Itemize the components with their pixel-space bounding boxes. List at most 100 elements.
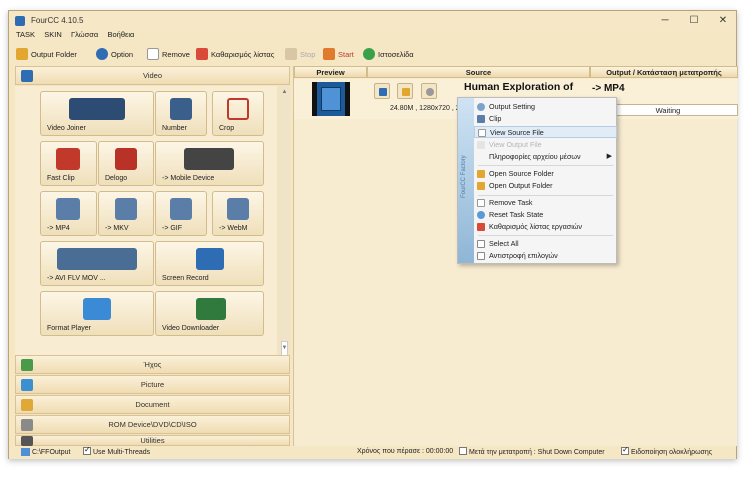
clear-list-icon	[477, 223, 485, 231]
menu-help[interactable]: Βοήθεια	[107, 30, 134, 39]
settings-button[interactable]	[421, 83, 437, 99]
menu-language[interactable]: Γλώσσα	[71, 30, 98, 39]
screen-record-icon	[196, 248, 224, 270]
category-document[interactable]: Document	[15, 395, 290, 414]
tool-to-gif[interactable]: -> GIF	[155, 191, 207, 236]
category-picture[interactable]: Picture	[15, 375, 290, 394]
close-button[interactable]: ✕	[710, 13, 736, 29]
utilities-icon	[21, 436, 33, 446]
tool-to-mkv[interactable]: -> MKV	[98, 191, 154, 236]
gif-icon	[170, 198, 192, 220]
tool-fast-clip[interactable]: Fast Clip	[40, 141, 97, 186]
mkv-icon	[115, 198, 137, 220]
output-folder-button[interactable]: Output Folder	[16, 46, 77, 62]
file-icon	[477, 141, 485, 149]
webm-icon	[227, 198, 249, 220]
tool-number[interactable]: Number	[155, 91, 207, 136]
option-icon	[96, 48, 108, 60]
stop-icon	[285, 48, 297, 60]
scissors-icon	[56, 148, 80, 170]
menu-separator	[478, 165, 613, 166]
menu-media-info[interactable]: Πληροφορίες αρχείου μέσων ▶	[474, 151, 617, 163]
menu-open-source-folder[interactable]: Open Source Folder	[474, 168, 617, 180]
menu-open-output-folder[interactable]: Open Output Folder	[474, 180, 617, 192]
task-status: Waiting	[598, 104, 738, 116]
folder-icon	[477, 170, 485, 178]
multithreads-checkbox[interactable]: Use Multi-Threads	[83, 445, 150, 456]
tool-format-player[interactable]: Format Player	[40, 291, 154, 336]
file-icon	[478, 129, 486, 137]
document-icon	[21, 399, 33, 411]
app-window: FourCC 4.10.5 ─ ☐ ✕ TASK SKIN Γλώσσα Βοή…	[8, 10, 738, 459]
globe-icon	[363, 48, 375, 60]
menu-invert-selection[interactable]: Αντιστροφή επιλογών	[474, 250, 617, 262]
tool-to-webm[interactable]: -> WebM	[212, 191, 264, 236]
open-folder-button[interactable]	[397, 83, 413, 99]
menu-remove-task[interactable]: Remove Task	[474, 197, 617, 209]
start-button[interactable]: Start	[323, 46, 354, 62]
number-icon	[170, 98, 192, 120]
menu-reset-task-state[interactable]: Reset Task State	[474, 209, 617, 221]
reset-icon	[477, 211, 485, 219]
after-convert-checkbox[interactable]: Μετά την μετατροπή : Shut Down Computer	[459, 447, 605, 456]
checkbox-icon	[621, 445, 629, 455]
video-thumbnail	[312, 82, 350, 116]
menu-bar: TASK SKIN Γλώσσα Βοήθεια	[9, 30, 736, 42]
category-utilities[interactable]: Utilities	[15, 435, 290, 446]
column-header-output[interactable]: Output / Κατάσταση μετατροπής	[590, 66, 738, 78]
window-title: FourCC 4.10.5	[31, 16, 84, 25]
elapsed-time: Χρόνος που πέρασε : 00:00:00	[357, 448, 454, 455]
info-icon	[379, 88, 387, 96]
menu-clip[interactable]: Clip	[474, 113, 617, 125]
info-button[interactable]	[374, 83, 390, 99]
video-downloader-icon	[196, 298, 226, 320]
video-joiner-icon	[69, 98, 125, 120]
mp4-icon	[56, 198, 80, 220]
website-button[interactable]: Ιστοσελίδα	[363, 46, 414, 62]
checkbox-icon	[459, 447, 467, 455]
column-header-preview[interactable]: Preview	[294, 66, 367, 78]
tool-mobile-device[interactable]: -> Mobile Device	[155, 141, 264, 186]
category-video[interactable]: Video	[15, 66, 290, 85]
menu-view-source-file[interactable]: View Source File	[474, 126, 617, 138]
option-button[interactable]: Option	[96, 46, 133, 62]
minimize-button[interactable]: ─	[652, 13, 678, 29]
menu-separator	[478, 195, 613, 196]
maximize-button[interactable]: ☐	[681, 13, 707, 29]
disc-icon	[21, 419, 33, 431]
clear-list-button[interactable]: Καθαρισμός λίστας	[196, 46, 274, 62]
tool-video-downloader[interactable]: Video Downloader	[155, 291, 264, 336]
category-rom-device[interactable]: ROM Device\DVD\CD\ISO	[15, 415, 290, 434]
menu-select-all[interactable]: Select All	[474, 238, 617, 250]
tools-panel: Video Video Joiner Number Crop Fast Clip	[15, 66, 290, 446]
remove-icon	[477, 199, 485, 207]
category-audio[interactable]: Ήχος	[15, 355, 290, 374]
menu-skin[interactable]: SKIN	[44, 30, 62, 39]
menu-clear-task-list[interactable]: Καθαρισμός λίστας εργασιών	[474, 221, 617, 233]
column-header-source[interactable]: Source	[367, 66, 590, 78]
notify-checkbox[interactable]: Ειδοποίηση ολοκλήρωσης	[621, 445, 712, 456]
delogo-icon	[115, 148, 137, 170]
status-bar: C:\FFOutput Use Multi-Threads Χρόνος που…	[9, 445, 736, 459]
tool-video-joiner[interactable]: Video Joiner	[40, 91, 154, 136]
tool-delogo[interactable]: Delogo	[98, 141, 154, 186]
menu-task[interactable]: TASK	[16, 30, 35, 39]
tool-to-mp4[interactable]: -> MP4	[40, 191, 97, 236]
invert-selection-icon	[477, 252, 485, 260]
settings-icon	[477, 103, 485, 111]
menu-output-setting[interactable]: Output Setting	[474, 101, 617, 113]
tool-crop[interactable]: Crop	[212, 91, 264, 136]
scroll-up-icon[interactable]: ▲	[280, 88, 289, 97]
output-format: -> MP4	[592, 83, 625, 94]
crop-icon	[227, 98, 249, 120]
output-path[interactable]: C:\FFOutput	[21, 448, 70, 456]
tool-screen-record[interactable]: Screen Record	[155, 241, 264, 286]
tools-scrollbar[interactable]: ▲ ▼	[279, 86, 290, 366]
source-file-title: Human Exploration of	[464, 81, 574, 93]
remove-button[interactable]: Remove	[147, 46, 190, 62]
menu-view-output-file[interactable]: View Output File	[474, 139, 617, 151]
scroll-down-icon[interactable]: ▼	[280, 344, 289, 353]
tool-to-avi-flv-mov[interactable]: -> AVI FLV MOV ...	[40, 241, 154, 286]
stop-button[interactable]: Stop	[285, 46, 315, 62]
source-file-info: 24.80M , 1280x720 , 29	[390, 105, 464, 112]
